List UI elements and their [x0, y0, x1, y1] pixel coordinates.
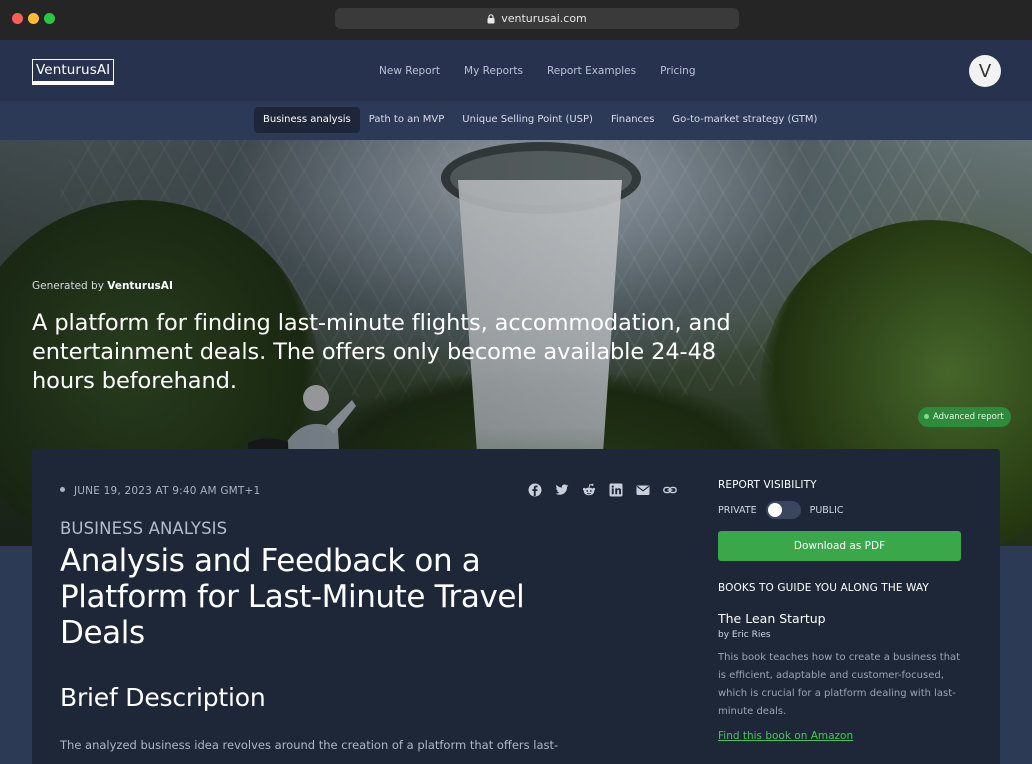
tab-business-analysis[interactable]: Business analysis — [254, 107, 360, 133]
top-navbar: VenturusAI New Report My Reports Report … — [0, 40, 1032, 101]
download-pdf-button[interactable]: Download as PDF — [718, 531, 961, 561]
nav-link-report-examples[interactable]: Report Examples — [547, 65, 636, 77]
link-icon[interactable] — [663, 483, 677, 497]
hero-title: A platform for finding last-minute fligh… — [32, 310, 731, 394]
share-icons — [528, 483, 677, 497]
report-kicker: BUSINESS ANALYSIS — [60, 519, 228, 538]
facebook-icon[interactable] — [528, 483, 542, 497]
public-label: PUBLIC — [809, 504, 844, 516]
logo-text: VenturusAI — [36, 62, 111, 78]
venturusai-logo[interactable]: VenturusAI — [32, 59, 115, 85]
book-title: The Lean Startup — [718, 611, 826, 626]
advanced-report-badge: Advanced report — [918, 407, 1011, 427]
books-label: BOOKS TO GUIDE YOU ALONG THE WAY — [718, 582, 929, 594]
tab-usp[interactable]: Unique Selling Point (USP) — [453, 107, 602, 133]
lock-icon — [487, 13, 495, 23]
toggle-knob — [767, 503, 782, 517]
report-tabs-bar: Business analysis Path to an MVP Unique … — [0, 101, 1032, 140]
nav-link-new-report[interactable]: New Report — [379, 65, 440, 77]
report-title: Analysis and Feedback on a Platform for … — [60, 543, 525, 651]
amazon-link[interactable]: Find this book on Amazon — [718, 730, 853, 742]
linkedin-icon[interactable] — [609, 483, 623, 497]
nav-link-my-reports[interactable]: My Reports — [464, 65, 523, 77]
reddit-icon[interactable] — [582, 483, 596, 497]
twitter-icon[interactable] — [555, 483, 569, 497]
generated-by-label: Generated by VenturusAI — [32, 280, 173, 292]
minimize-window-button[interactable] — [28, 13, 39, 24]
section-heading: Brief Description — [60, 683, 266, 712]
generated-by-brand: VenturusAI — [107, 280, 173, 292]
visibility-toggle[interactable] — [765, 501, 801, 519]
report-tabs: Business analysis Path to an MVP Unique … — [254, 107, 826, 133]
book-description: This book teaches how to create a busine… — [718, 652, 961, 717]
address-bar[interactable]: venturusai.com — [335, 8, 739, 29]
close-window-button[interactable] — [12, 13, 23, 24]
book-author: by Eric Ries — [718, 630, 771, 640]
email-icon[interactable] — [636, 483, 650, 497]
tab-finances[interactable]: Finances — [602, 107, 663, 133]
generated-by-prefix: Generated by — [32, 280, 108, 292]
user-avatar[interactable]: V — [969, 55, 1001, 87]
private-label: PRIVATE — [718, 504, 757, 516]
report-sidebar: REPORT VISIBILITY PRIVATE PUBLIC Downloa… — [718, 479, 968, 742]
url-text: venturusai.com — [501, 12, 587, 25]
visibility-label: REPORT VISIBILITY — [718, 479, 817, 491]
nav-link-pricing[interactable]: Pricing — [660, 65, 695, 77]
tab-path-to-mvp[interactable]: Path to an MVP — [360, 107, 454, 133]
report-date: JUNE 19, 2023 AT 9:40 AM GMT+1 — [60, 485, 260, 497]
nav-links: New Report My Reports Report Examples Pr… — [379, 65, 696, 77]
report-card: JUNE 19, 2023 AT 9:40 AM GMT+1 BUSINESS … — [32, 449, 1000, 764]
maximize-window-button[interactable] — [44, 13, 55, 24]
tab-gtm[interactable]: Go-to-market strategy (GTM) — [663, 107, 826, 133]
browser-chrome: venturusai.com — [0, 0, 1032, 40]
visibility-toggle-row: PRIVATE PUBLIC — [718, 501, 844, 519]
section-body: The analyzed business idea revolves arou… — [60, 738, 559, 752]
